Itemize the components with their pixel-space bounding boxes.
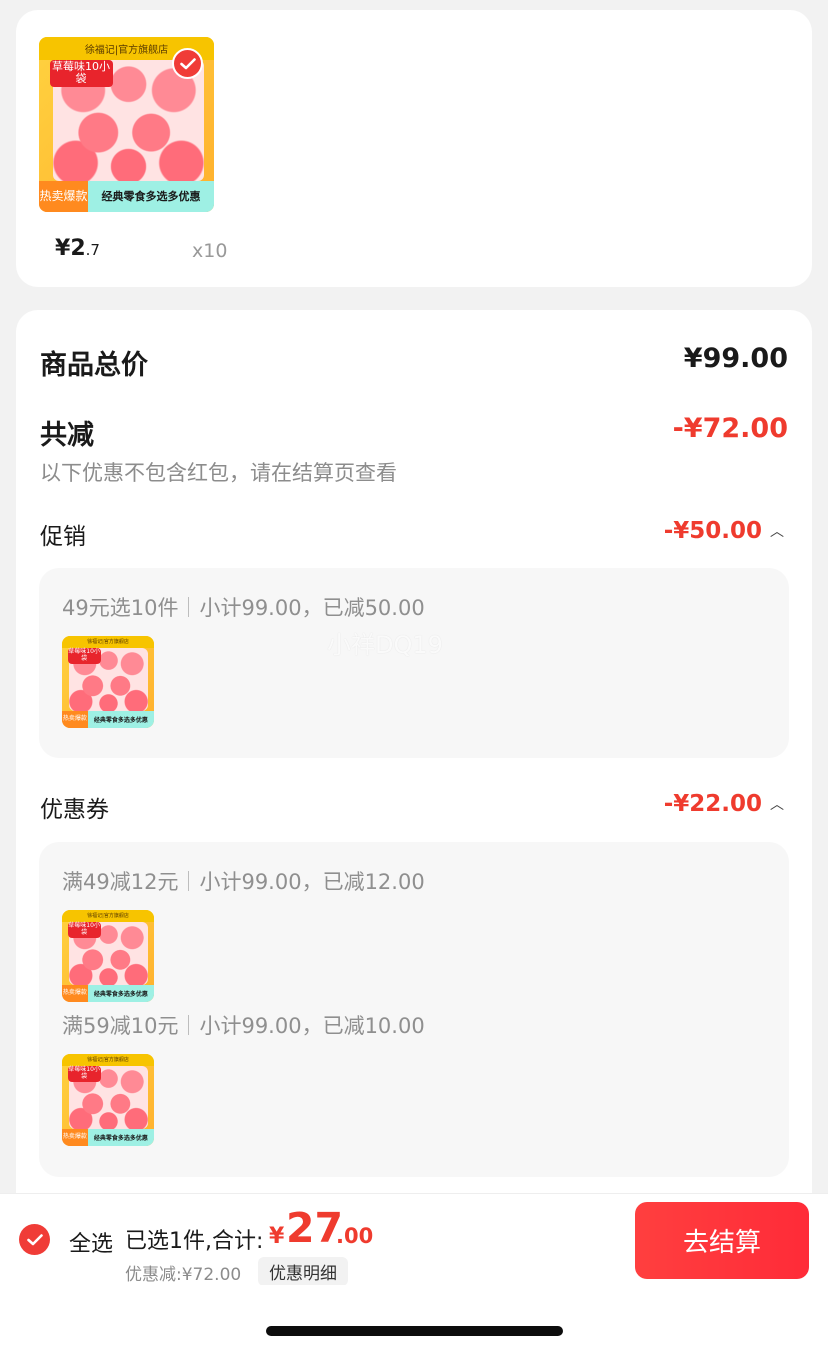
promotion-detail-box: 49元选10件 小计99.00，已减50.00 徐福记|官方旗舰店 草莓味10小袋… — [39, 568, 789, 758]
hot-sale-tag: 热卖爆款 — [62, 711, 88, 728]
coupon-subtotal: 小计99.00，已减12.00 — [199, 870, 425, 894]
hot-sale-tag: 热卖爆款 — [62, 985, 88, 1002]
slogan-tag: 经典零食多选多优惠 — [87, 1129, 154, 1146]
coupon-rule-line: 满59减10元 小计99.00，已减10.00 — [62, 1010, 425, 1040]
coupon-product-thumb[interactable]: 徐福记|官方旗舰店 草莓味10小袋 热卖爆款 经典零食多选多优惠 — [62, 910, 154, 1002]
discount-hint: 以下优惠不包含红包，请在结算页查看 — [40, 461, 397, 485]
promotion-rule-line: 49元选10件 小计99.00，已减50.00 — [62, 592, 425, 622]
promotion-product-thumb[interactable]: 徐福记|官方旗舰店 草莓味10小袋 热卖爆款 经典零食多选多优惠 — [62, 636, 154, 728]
coupon-value: -¥22.00 — [663, 791, 762, 817]
item-selected-check-icon[interactable] — [172, 48, 203, 79]
promotion-rule: 49元选10件 — [62, 596, 179, 620]
hot-sale-tag: 热卖爆款 — [39, 180, 88, 212]
coupon-rule: 满49减12元 — [62, 870, 179, 894]
select-all-check-icon[interactable] — [19, 1224, 50, 1255]
home-indicator-area — [0, 1285, 828, 1351]
promotion-subtotal: 小计99.00，已减50.00 — [199, 596, 425, 620]
flavor-tag: 草莓味10小袋 — [67, 921, 101, 938]
coupon-rule-line: 满49减12元 小计99.00，已减12.00 — [62, 866, 425, 896]
flavor-tag: 草莓味10小袋 — [67, 1065, 101, 1082]
price-summary-card: 商品总价 ¥99.00 共减 -¥72.00 以下优惠不包含红包，请在结算页查看… — [16, 310, 812, 1210]
watermark: 小祥DQ19 — [327, 631, 443, 659]
checkout-button[interactable]: 去结算 — [635, 1202, 809, 1279]
coupon-label: 优惠券 — [40, 797, 109, 823]
total-price-value: ¥99.00 — [683, 343, 788, 374]
total-currency-symbol: ¥ — [269, 1224, 285, 1249]
discount-detail-button[interactable]: 优惠明细 — [258, 1257, 348, 1286]
brand-bar: 徐福记|官方旗舰店 — [62, 636, 154, 648]
flavor-tag: 草莓味10小袋 — [67, 647, 101, 664]
product-image[interactable]: 徐福记|官方旗舰店 草莓味10小袋 热卖爆款 经典零食多选多优惠 — [39, 37, 214, 212]
chevron-up-icon: ︿ — [770, 797, 784, 813]
coupon-subtotal: 小计99.00，已减10.00 — [199, 1014, 425, 1038]
coupon-detail-box: 满49减12元 小计99.00，已减12.00 徐福记|官方旗舰店 草莓味10小袋… — [39, 842, 789, 1177]
checkout-bar: 全选 已选1件,合计: ¥ 27 .00 优惠减:¥72.00 优惠明细 去结算 — [0, 1193, 828, 1286]
brand-bar: 徐福记|官方旗舰店 — [62, 910, 154, 922]
promotion-label: 促销 — [40, 524, 86, 550]
reduction-label: 共减 — [40, 420, 94, 451]
hot-sale-tag: 热卖爆款 — [62, 1129, 88, 1146]
reduction-value: -¥72.00 — [672, 413, 788, 444]
selected-count-text: 已选1件,合计: — [125, 1229, 264, 1254]
discount-note: 优惠减:¥72.00 — [125, 1265, 242, 1285]
total-price-label: 商品总价 — [40, 350, 148, 381]
promotion-toggle[interactable]: -¥50.00 ︿ — [664, 518, 784, 544]
product-card: 徐福记|官方旗舰店 草莓味10小袋 热卖爆款 经典零食多选多优惠 ¥2.7 x1… — [16, 10, 812, 287]
coupon-rule: 满59减10元 — [62, 1014, 179, 1038]
chevron-up-icon: ︿ — [770, 524, 784, 540]
total-amount-decimal: .00 — [336, 1224, 374, 1248]
coupon-toggle[interactable]: -¥22.00 ︿ — [664, 791, 784, 817]
slogan-tag: 经典零食多选多优惠 — [88, 180, 214, 212]
home-indicator[interactable] — [266, 1326, 563, 1336]
flavor-tag: 草莓味10小袋 — [49, 59, 113, 88]
product-quantity: x10 — [192, 240, 228, 262]
product-price: ¥2.7 — [55, 236, 100, 261]
brand-bar: 徐福记|官方旗舰店 — [62, 1054, 154, 1066]
coupon-product-thumb[interactable]: 徐福记|官方旗舰店 草莓味10小袋 热卖爆款 经典零食多选多优惠 — [62, 1054, 154, 1146]
promotion-value: -¥50.00 — [663, 518, 762, 544]
slogan-tag: 经典零食多选多优惠 — [87, 711, 154, 728]
total-amount-integer: 27 — [286, 1204, 344, 1252]
select-all-label[interactable]: 全选 — [69, 1226, 113, 1258]
slogan-tag: 经典零食多选多优惠 — [87, 985, 154, 1002]
